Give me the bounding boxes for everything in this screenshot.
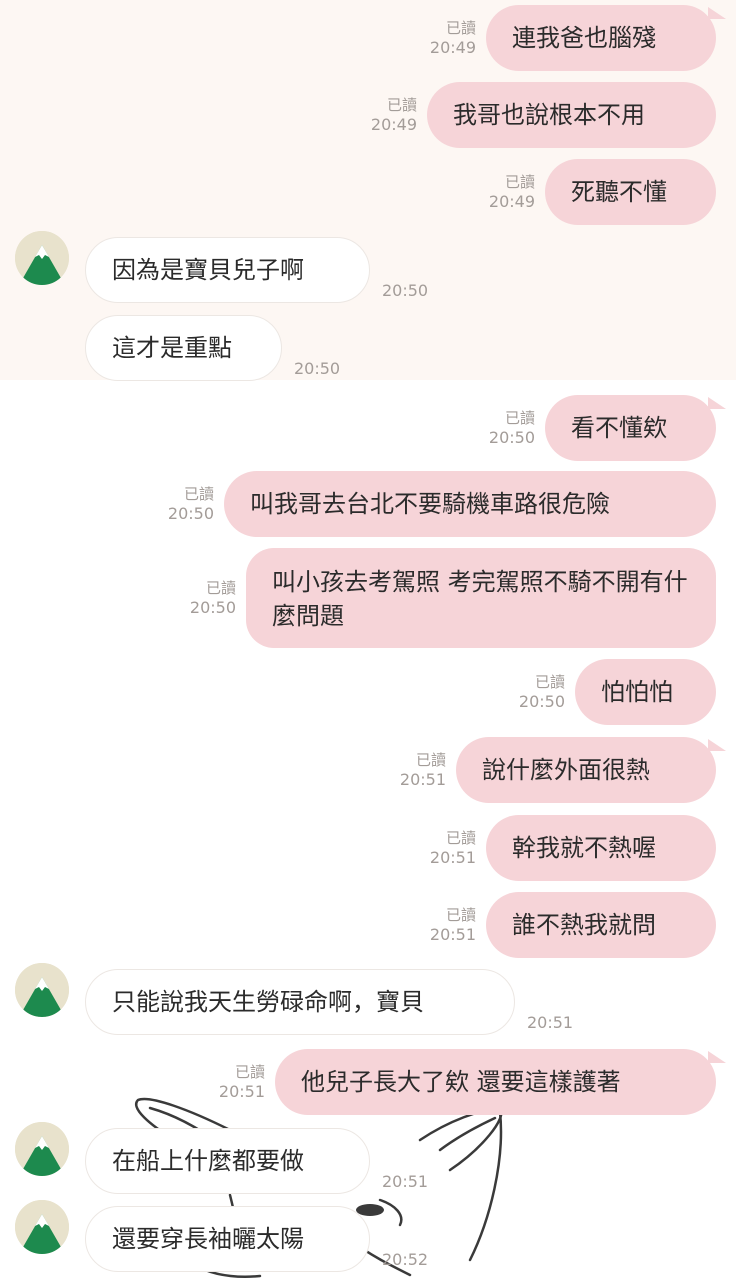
mountain-avatar-icon — [15, 963, 69, 1017]
bubble-tail — [708, 739, 726, 751]
message-meta: 已讀 20:50 — [519, 672, 565, 712]
read-receipt: 已讀 — [445, 906, 476, 924]
message-time: 20:52 — [382, 1250, 429, 1269]
message-meta: 已讀 20:49 — [371, 95, 417, 135]
message-meta: 已讀 20:51 — [219, 1062, 265, 1102]
outgoing-message-bubble[interactable]: 說什麼外面很熱 — [456, 737, 716, 803]
incoming-message-bubble[interactable]: 因為是寶貝兒子啊 — [85, 237, 370, 303]
outgoing-message-bubble[interactable]: 誰不熱我就問 — [486, 892, 716, 958]
message-time: 20:51 — [527, 1013, 574, 1032]
message-time: 20:51 — [429, 925, 476, 944]
sender-avatar[interactable] — [15, 963, 69, 1017]
message-time: 20:50 — [294, 359, 341, 378]
read-receipt: 已讀 — [445, 829, 476, 847]
message-meta: 已讀 20:51 — [400, 750, 446, 790]
read-receipt: 已讀 — [205, 579, 236, 597]
mountain-avatar-icon — [15, 1200, 69, 1254]
sender-avatar[interactable] — [15, 231, 69, 285]
outgoing-message-bubble[interactable]: 怕怕怕 — [575, 659, 716, 725]
message-time: 20:51 — [429, 848, 476, 867]
message-time: 20:50 — [167, 504, 214, 523]
message-meta: 已讀 20:50 — [168, 484, 214, 524]
message-time: 20:49 — [429, 38, 476, 57]
message-time: 20:50 — [488, 428, 535, 447]
outgoing-message-bubble[interactable]: 幹我就不熱喔 — [486, 815, 716, 881]
message-time: 20:50 — [382, 281, 429, 300]
outgoing-message-bubble[interactable]: 叫小孩去考駕照 考完駕照不騎不開有什麼問題 — [246, 548, 716, 648]
bubble-tail — [708, 1051, 726, 1063]
message-meta: 已讀 20:50 — [190, 578, 236, 618]
message-time: 20:49 — [370, 115, 417, 134]
message-time: 20:50 — [189, 598, 236, 617]
read-receipt: 已讀 — [504, 409, 535, 427]
message-time: 20:50 — [518, 692, 565, 711]
message-time: 20:51 — [399, 770, 446, 789]
message-meta: 已讀 20:51 — [430, 828, 476, 868]
message-time: 20:49 — [488, 192, 535, 211]
outgoing-message-bubble[interactable]: 叫我哥去台北不要騎機車路很危險 — [224, 471, 716, 537]
message-meta: 已讀 20:49 — [430, 18, 476, 58]
mountain-avatar-icon — [15, 231, 69, 285]
message-meta: 已讀 20:51 — [430, 905, 476, 945]
read-receipt: 已讀 — [234, 1063, 265, 1081]
outgoing-message-bubble[interactable]: 死聽不懂 — [545, 159, 716, 225]
read-receipt: 已讀 — [504, 173, 535, 191]
message-meta: 已讀 20:50 — [489, 408, 535, 448]
outgoing-message-bubble[interactable]: 連我爸也腦殘 — [486, 5, 716, 71]
incoming-message-bubble[interactable]: 還要穿長袖曬太陽 — [85, 1206, 370, 1272]
bubble-tail — [708, 397, 726, 409]
read-receipt: 已讀 — [415, 751, 446, 769]
incoming-message-bubble[interactable]: 這才是重點 — [85, 315, 282, 381]
incoming-message-bubble[interactable]: 只能說我天生勞碌命啊，寶貝 — [85, 969, 515, 1035]
message-meta: 已讀 20:49 — [489, 172, 535, 212]
read-receipt: 已讀 — [534, 673, 565, 691]
outgoing-message-bubble[interactable]: 我哥也說根本不用 — [427, 82, 716, 148]
incoming-message-bubble[interactable]: 在船上什麼都要做 — [85, 1128, 370, 1194]
read-receipt: 已讀 — [386, 96, 417, 114]
read-receipt: 已讀 — [183, 485, 214, 503]
mountain-avatar-icon — [15, 1122, 69, 1176]
read-receipt: 已讀 — [445, 19, 476, 37]
message-time: 20:51 — [218, 1082, 265, 1101]
message-time: 20:51 — [382, 1172, 429, 1191]
outgoing-message-bubble[interactable]: 他兒子長大了欸 還要這樣護著 — [275, 1049, 716, 1115]
outgoing-message-bubble[interactable]: 看不懂欸 — [545, 395, 716, 461]
bubble-tail — [708, 7, 726, 19]
sender-avatar[interactable] — [15, 1122, 69, 1176]
sender-avatar[interactable] — [15, 1200, 69, 1254]
